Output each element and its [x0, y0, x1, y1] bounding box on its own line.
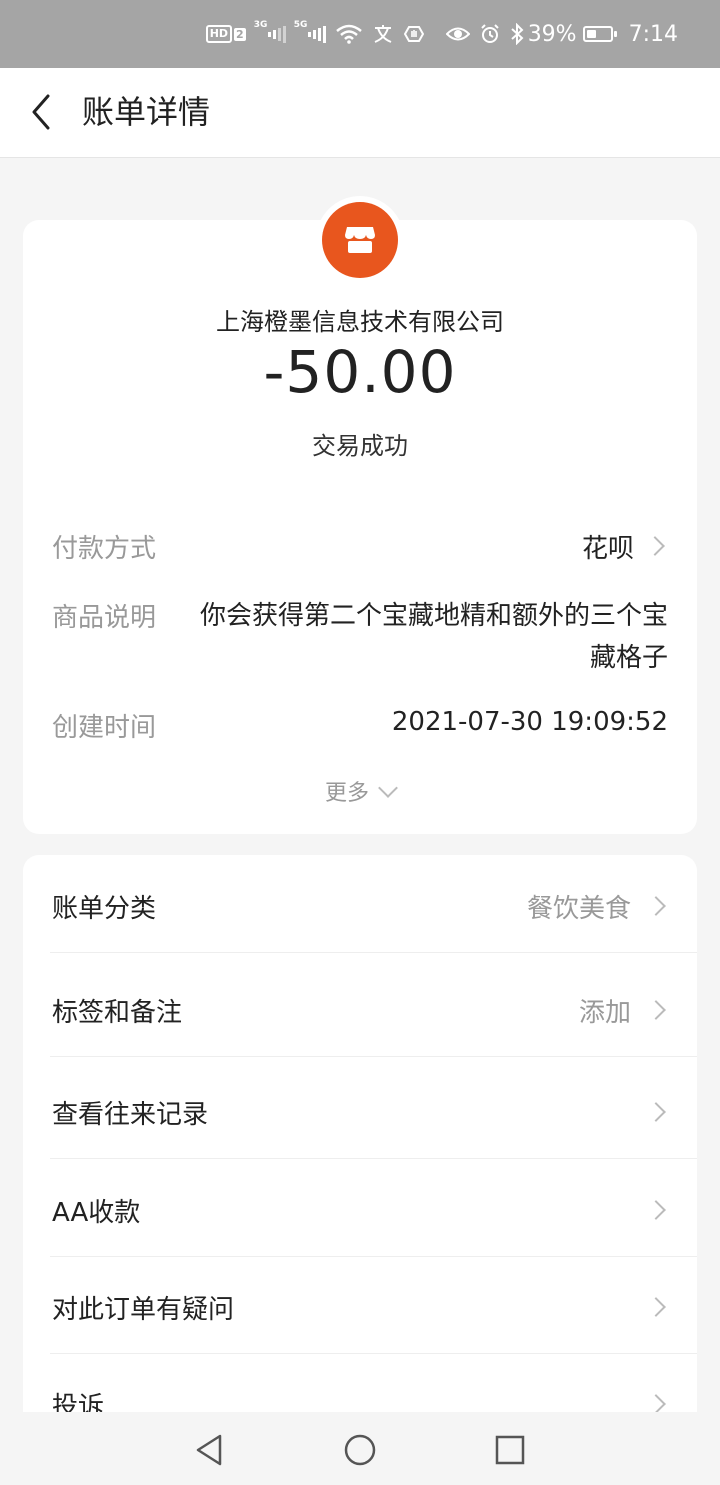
chevron-right-icon	[646, 1297, 666, 1317]
clock: 7:14	[628, 21, 678, 47]
header: 账单详情	[0, 68, 720, 158]
chevron-right-icon	[646, 1102, 666, 1122]
menu-item-value: 餐饮美食	[526, 894, 631, 924]
chevron-right-icon	[646, 896, 666, 916]
sim-number: 2	[234, 27, 246, 41]
alarm-icon	[480, 24, 500, 44]
page-title: 账单详情	[82, 93, 211, 131]
hand-icon	[403, 24, 424, 44]
menu-item-label: AA收款	[52, 1198, 141, 1228]
system-recent-button[interactable]	[492, 1432, 528, 1468]
translate-icon	[372, 24, 394, 44]
wifi-icon	[335, 24, 362, 44]
description-value: 你会获得第二个宝藏地精和额外的三个宝藏格子	[199, 601, 668, 673]
system-back-button[interactable]	[192, 1432, 228, 1468]
square-recent-icon	[495, 1435, 525, 1465]
transaction-amount: -50.00	[263, 338, 457, 406]
description-label: 商品说明	[52, 603, 157, 633]
back-button[interactable]	[22, 88, 70, 136]
menu-item-label: 标签和备注	[52, 998, 183, 1028]
hd-icon: HD 2	[205, 25, 246, 43]
shop-icon	[345, 227, 375, 253]
payment-method-row[interactable]: 付款方式 花呗	[52, 528, 668, 568]
chevron-right-icon	[646, 1394, 666, 1414]
eye-icon	[445, 25, 470, 43]
menu-item-tags-notes[interactable]: 标签和备注 添加	[50, 959, 697, 1057]
merchant-name: 上海橙墨信息技术有限公司	[216, 308, 504, 336]
payment-method-label: 付款方式	[52, 534, 157, 564]
bluetooth-icon	[510, 23, 524, 45]
transaction-card: 上海橙墨信息技术有限公司 -50.00 交易成功 付款方式 花呗 商品说明 你会…	[23, 202, 697, 834]
menu-item-order-question[interactable]: 对此订单有疑问	[50, 1256, 697, 1354]
menu-item-history[interactable]: 查看往来记录	[50, 1061, 697, 1159]
menu-item-label: 查看往来记录	[52, 1100, 209, 1130]
triangle-back-icon	[196, 1434, 222, 1466]
chevron-down-icon	[378, 778, 398, 798]
chevron-right-icon	[645, 536, 665, 556]
circle-home-icon	[344, 1434, 376, 1466]
battery-fill	[586, 30, 596, 38]
chevron-left-icon	[32, 94, 50, 130]
signal-icon: 3G	[254, 20, 286, 44]
system-home-button[interactable]	[342, 1432, 378, 1468]
chevron-right-icon	[646, 1000, 666, 1020]
system-nav-bar	[0, 1412, 720, 1485]
merchant-logo	[322, 202, 398, 278]
created-time-label: 创建时间	[52, 713, 157, 743]
more-label: 更多	[324, 781, 369, 806]
status-bar: HD 2 3G 5G 39% 7:14	[0, 0, 720, 68]
payment-method-value: 花呗	[581, 534, 634, 564]
menu-item-label: 账单分类	[52, 894, 157, 924]
created-time-value: 2021-07-30 19:09:52	[391, 707, 668, 737]
created-time-row: 创建时间 2021-07-30 19:09:52	[52, 707, 668, 747]
battery-icon	[582, 26, 617, 42]
menu-card: 账单分类 餐饮美食 标签和备注 添加 查看往来记录 AA收款 对此订单有疑问 投…	[23, 855, 697, 1455]
menu-item-value: 添加	[578, 998, 631, 1028]
menu-item-label: 对此订单有疑问	[52, 1295, 235, 1325]
menu-item-aa-collect[interactable]: AA收款	[50, 1159, 697, 1257]
menu-item-bill-category[interactable]: 账单分类 餐饮美食	[50, 855, 697, 953]
chevron-right-icon	[646, 1200, 666, 1220]
more-button[interactable]: 更多	[23, 775, 697, 807]
signal-tag: 5G	[293, 20, 308, 30]
signal-tag: 3G	[253, 20, 268, 30]
description-row: 商品说明 你会获得第二个宝藏地精和额外的三个宝藏格子	[52, 597, 668, 681]
transaction-status: 交易成功	[312, 432, 408, 460]
signal-icon: 5G	[294, 20, 326, 44]
hd-label: HD	[205, 25, 233, 43]
battery-percent: 39%	[527, 21, 577, 47]
